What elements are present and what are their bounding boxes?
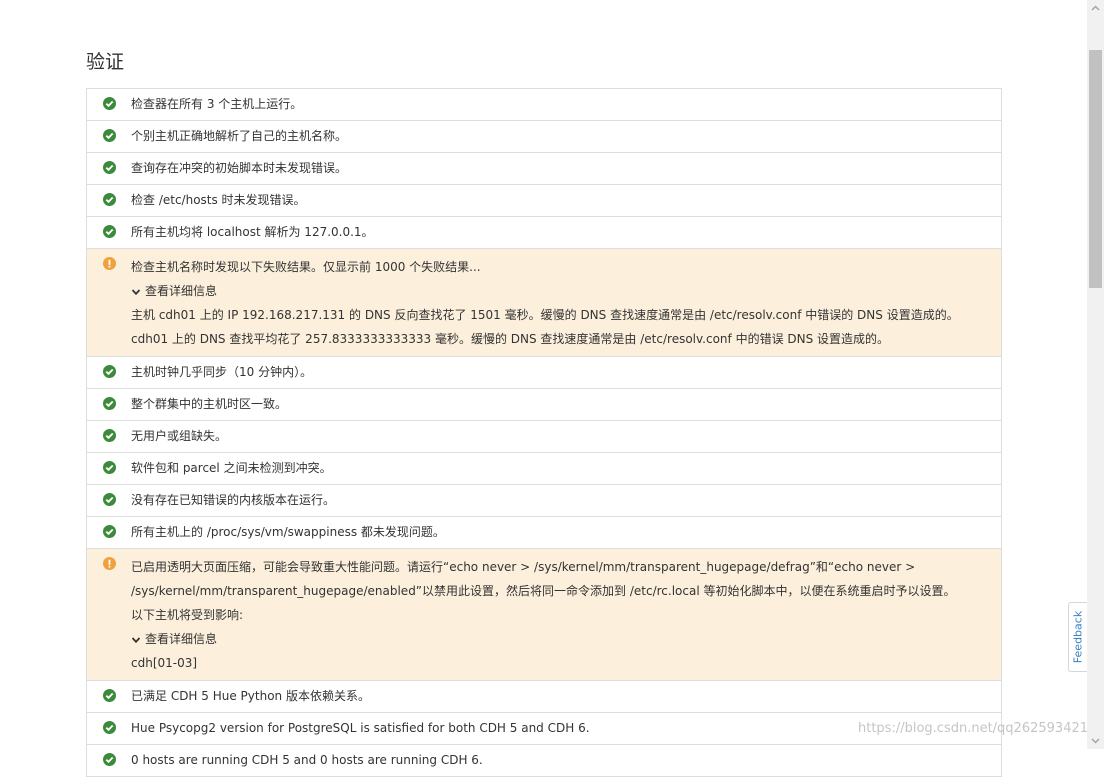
check-detail-line: cdh01 上的 DNS 查找平均花了 257.8333333333333 毫秒… <box>131 332 890 346</box>
details-toggle-row: 查看详细信息 <box>131 627 989 651</box>
feedback-tab[interactable]: Feedback <box>1068 602 1087 672</box>
check-message: 个别主机正确地解析了自己的主机名称。 <box>131 129 348 143</box>
warning-exclamation-icon <box>103 257 116 270</box>
check-row: 所有主机上的 /proc/sys/vm/swappiness 都未发现问题。 <box>87 517 1001 549</box>
check-message: 软件包和 parcel 之间未检测到冲突。 <box>131 461 332 475</box>
validation-results-panel: 检查器在所有 3 个主机上运行。个别主机正确地解析了自己的主机名称。 查询存在冲突… <box>86 88 1002 777</box>
success-check-icon <box>103 525 116 538</box>
success-check-icon <box>103 97 116 110</box>
success-check-icon <box>103 397 116 410</box>
check-message: 已满足 CDH 5 Hue Python 版本依赖关系。 <box>131 689 370 703</box>
check-message: 所有主机上的 /proc/sys/vm/swappiness 都未发现问题。 <box>131 525 445 539</box>
check-message: 主机时钟几乎同步（10 分钟内）。 <box>131 365 313 379</box>
check-row: 检查主机名称时发现以下失败结果。仅显示前 1000 个失败结果... 查看详细信息… <box>87 249 1001 357</box>
view-details-toggle[interactable]: 查看详细信息 <box>131 627 217 651</box>
check-row: 0 hosts are running CDH 5 and 0 hosts ar… <box>87 745 1001 777</box>
chevron-down-icon <box>131 635 141 645</box>
check-message: 查询存在冲突的初始脚本时未发现错误。 <box>131 161 348 175</box>
check-row: 个别主机正确地解析了自己的主机名称。 <box>87 121 1001 153</box>
check-row: 已启用透明大页面压缩，可能会导致重大性能问题。请运行“echo never > … <box>87 549 1001 681</box>
success-check-icon <box>103 429 116 442</box>
check-message: 检查 /etc/hosts 时未发现错误。 <box>131 193 306 207</box>
check-row: 所有主机均将 localhost 解析为 127.0.0.1。 <box>87 217 1001 249</box>
warning-exclamation-icon <box>103 557 116 570</box>
watermark-text: https://blog.csdn.net/qq262593421 <box>858 721 1089 736</box>
check-row: 无用户或组缺失。 <box>87 421 1001 453</box>
view-details-toggle[interactable]: 查看详细信息 <box>131 279 217 303</box>
check-row: 软件包和 parcel 之间未检测到冲突。 <box>87 453 1001 485</box>
success-check-icon <box>103 161 116 174</box>
scrollbar-thumb[interactable] <box>1089 50 1102 288</box>
check-row: 主机时钟几乎同步（10 分钟内）。 <box>87 357 1001 389</box>
check-message: 所有主机均将 localhost 解析为 127.0.0.1。 <box>131 225 374 239</box>
success-check-icon <box>103 461 116 474</box>
check-message: 无用户或组缺失。 <box>131 429 228 443</box>
check-message-line: 已启用透明大页面压缩，可能会导致重大性能问题。请运行“echo never > … <box>131 560 916 574</box>
success-check-icon <box>103 689 116 702</box>
success-check-icon <box>103 493 116 506</box>
scroll-up-arrow-icon[interactable] <box>1087 0 1104 17</box>
success-check-icon <box>103 721 116 734</box>
success-check-icon <box>103 193 116 206</box>
check-detail-line: cdh[01-03] <box>131 656 198 670</box>
check-row: 没有存在已知错误的内核版本在运行。 <box>87 485 1001 517</box>
check-row: 检查 /etc/hosts 时未发现错误。 <box>87 185 1001 217</box>
check-row: 已满足 CDH 5 Hue Python 版本依赖关系。 <box>87 681 1001 713</box>
check-message-line: /sys/kernel/mm/transparent_hugepage/enab… <box>131 584 956 598</box>
check-message: 0 hosts are running CDH 5 and 0 hosts ar… <box>131 753 483 767</box>
success-check-icon <box>103 365 116 378</box>
check-message: 整个群集中的主机时区一致。 <box>131 397 288 411</box>
feedback-label: Feedback <box>1071 610 1085 664</box>
success-check-icon <box>103 225 116 238</box>
scroll-down-arrow-icon[interactable] <box>1087 732 1104 749</box>
check-message: 检查器在所有 3 个主机上运行。 <box>131 97 303 111</box>
check-row: 检查器在所有 3 个主机上运行。 <box>87 89 1001 121</box>
view-details-label: 查看详细信息 <box>145 284 218 298</box>
view-details-label: 查看详细信息 <box>145 632 218 646</box>
check-row: 查询存在冲突的初始脚本时未发现错误。 <box>87 153 1001 185</box>
check-message: 检查主机名称时发现以下失败结果。仅显示前 1000 个失败结果... <box>131 260 481 274</box>
check-message-line: 以下主机将受到影响: <box>131 608 244 622</box>
vertical-scrollbar[interactable] <box>1087 0 1104 749</box>
check-row: 整个群集中的主机时区一致。 <box>87 389 1001 421</box>
check-message: 没有存在已知错误的内核版本在运行。 <box>131 493 336 507</box>
success-check-icon <box>103 753 116 766</box>
check-detail-line: 主机 cdh01 上的 IP 192.168.217.131 的 DNS 反向查… <box>131 308 959 322</box>
chevron-down-icon <box>131 287 141 297</box>
success-check-icon <box>103 129 116 142</box>
page-title: 验证 <box>86 51 125 73</box>
details-toggle-row: 查看详细信息 <box>131 279 989 303</box>
